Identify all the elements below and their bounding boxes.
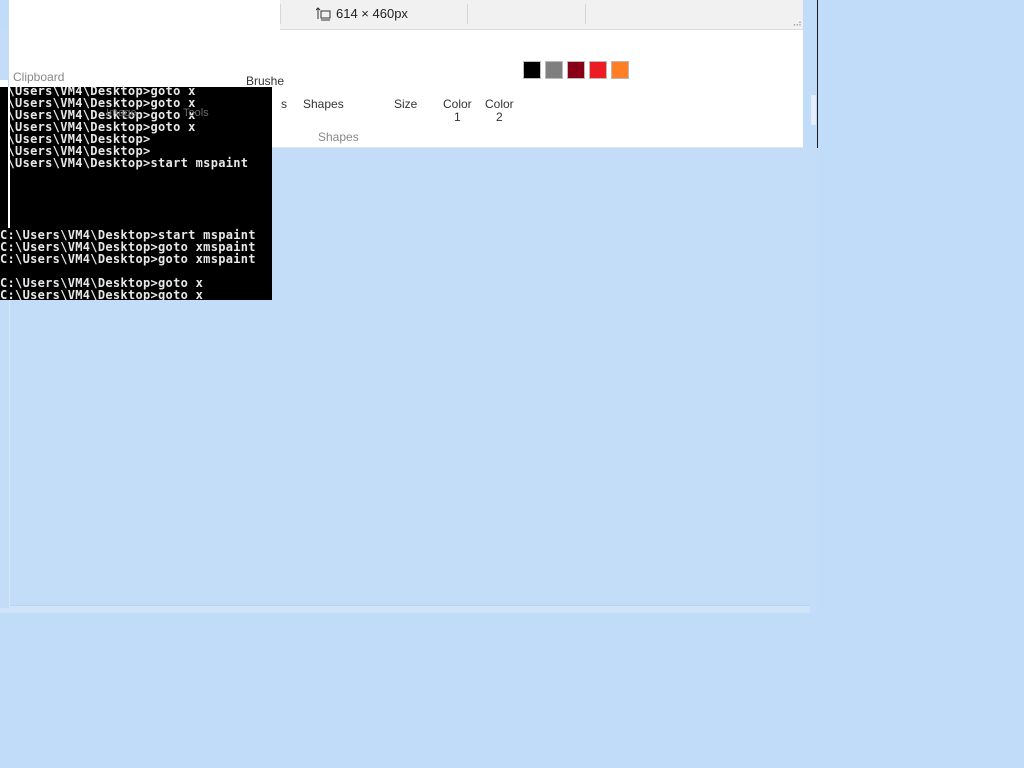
resize-grip-icon[interactable]: ⠠⠴	[790, 19, 802, 28]
canvas-size-readout: 614 × 460px	[336, 6, 408, 21]
swatch-black[interactable]	[523, 61, 541, 79]
shapes-group-label: Shapes	[318, 130, 359, 144]
console-line: C:\Users\VM4\Desktop>goto xmspaint	[0, 252, 256, 266]
size-button-label[interactable]: Size	[394, 97, 417, 111]
swatch-orange[interactable]	[611, 61, 629, 79]
console-line: :\Users\VM4\Desktop>start mspaint	[0, 156, 249, 170]
canvas-bottom-edge	[0, 605, 810, 613]
status-separator	[585, 4, 586, 24]
status-bar: 614 × 460px ⠠⠴	[280, 0, 803, 30]
canvas-size-icon	[316, 7, 331, 21]
ribbon-scroll-edge	[811, 95, 816, 125]
console-window[interactable]: :\Users\VM4\Desktop>goto x :\Users\VM4\D…	[0, 87, 272, 300]
swatch-dark-red[interactable]	[567, 61, 585, 79]
swatch-red[interactable]	[589, 61, 607, 79]
console-left-border-line	[8, 87, 10, 228]
shapes-cut-label: s	[281, 97, 287, 111]
image-ghost-label: Image	[106, 107, 137, 119]
color1-number[interactable]: 1	[454, 110, 461, 124]
clipboard-group-label: Clipboard	[13, 70, 65, 84]
brushes-button-label[interactable]: Brushe	[246, 74, 284, 88]
blank-panel	[9, 0, 280, 30]
console-left-strip	[0, 87, 8, 228]
color2-label[interactable]: Color	[485, 97, 514, 111]
console-line: C:\Users\VM4\Desktop>goto x	[0, 288, 204, 300]
status-separator	[467, 4, 468, 24]
shapes-button-label[interactable]: Shapes	[303, 97, 344, 111]
tools-ghost-label: Tools	[183, 107, 209, 119]
color1-label[interactable]: Color	[443, 97, 472, 111]
swatch-gray[interactable]	[545, 61, 563, 79]
color2-number[interactable]: 2	[496, 110, 503, 124]
status-separator	[280, 4, 281, 24]
